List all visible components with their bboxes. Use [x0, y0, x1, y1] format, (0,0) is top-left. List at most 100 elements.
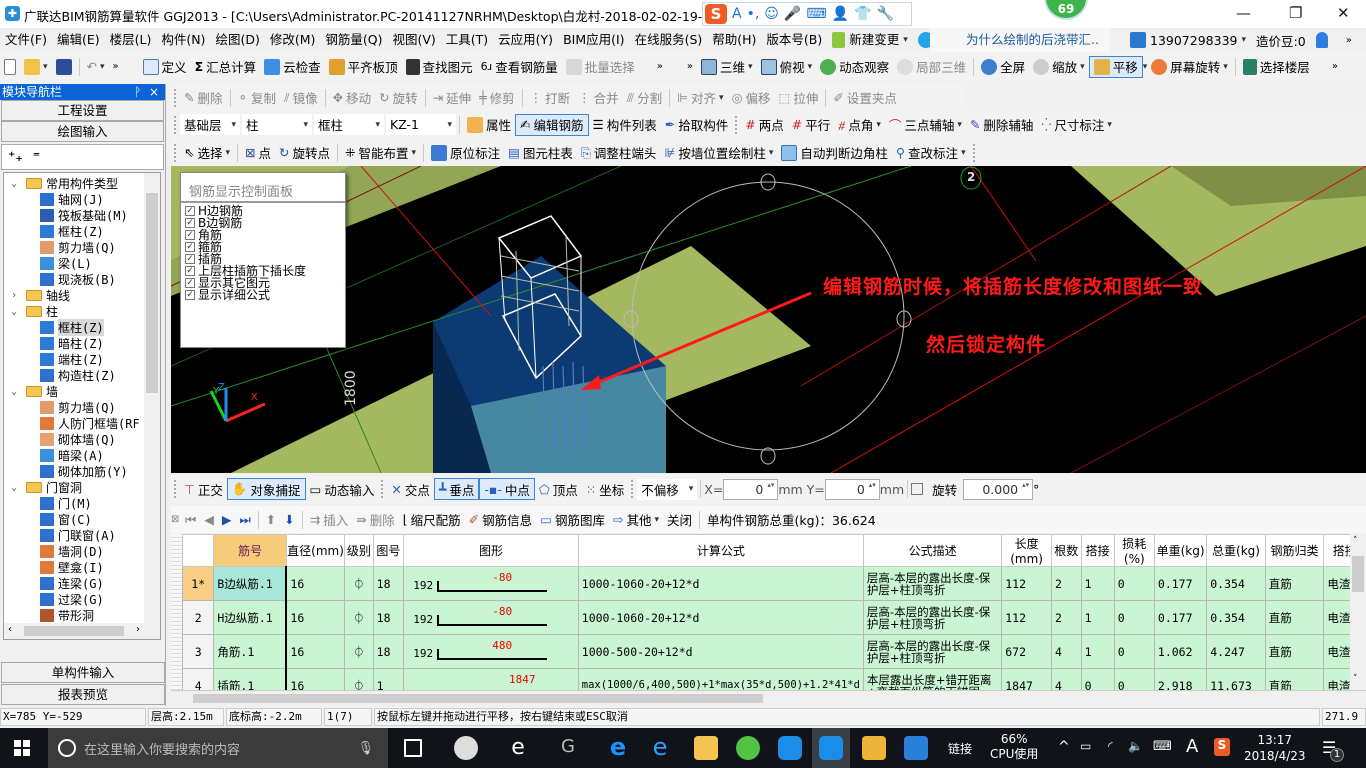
tree-item[interactable]: 墙洞(D): [4, 543, 160, 559]
drawing-input-button[interactable]: 绘图输入: [1, 121, 164, 142]
auto-corner-column-button[interactable]: 自动判断边角柱: [777, 142, 892, 164]
count-cell[interactable]: 2: [1050, 566, 1082, 601]
toolbar-grip[interactable]: [174, 480, 177, 498]
toolbar-grip[interactable]: [381, 480, 384, 498]
type-select[interactable]: 框柱 ▾: [314, 114, 384, 135]
trim-button[interactable]: ╪ 修剪: [475, 87, 519, 109]
checkbox[interactable]: ✓: [185, 266, 195, 276]
menu-edit[interactable]: 编辑(E): [52, 28, 105, 52]
rebar-table[interactable]: 筋号 直径(mm) 级别 图号 图形 计算公式 公式描述 长度(mm) 根数 搭接 损耗(%) 单重(…: [182, 534, 1366, 690]
screen-rotate-button[interactable]: 屏幕旋转 ▾: [1147, 56, 1232, 78]
close-icon[interactable]: ×: [149, 85, 159, 99]
tree-item[interactable]: 框柱(Z): [4, 223, 160, 239]
tree-folder[interactable]: ⌄ 墙: [4, 383, 160, 399]
menu-bim[interactable]: BIM应用(I): [558, 28, 630, 52]
tree-folder[interactable]: ⌄ 柱: [4, 303, 160, 319]
move-down-button[interactable]: ⬇: [280, 509, 298, 531]
pin-icon[interactable]: ᚹ: [134, 85, 141, 99]
browser-g-icon[interactable]: G: [556, 736, 580, 760]
row-number-cell[interactable]: 4: [182, 668, 215, 690]
menu-help[interactable]: 帮助(H): [707, 28, 761, 52]
menu-component[interactable]: 构件(N): [156, 28, 210, 52]
view-rebar-qty-button[interactable]: 6ɹ 查看钢筋量: [477, 56, 562, 78]
menu-file[interactable]: 文件(F): [0, 28, 52, 52]
column-header[interactable]: 直径(mm): [285, 534, 346, 567]
diameter-cell[interactable]: 16: [285, 634, 346, 669]
table-row[interactable]: 3 角筋.1 16 ⏀ 18 192 480 1000-500-20+12*d 层高-本层的露出…: [182, 634, 1366, 669]
toolbar-grip[interactable]: [174, 88, 177, 107]
menu-rebar-qty[interactable]: 钢筋量(Q): [320, 28, 387, 52]
floor-select[interactable]: 基础层 ▾: [180, 114, 240, 135]
lap-count-cell[interactable]: 1: [1080, 600, 1115, 635]
scroll-left-icon[interactable]: ‹: [8, 624, 12, 635]
column-header[interactable]: 计算公式: [577, 534, 864, 567]
find-element-button[interactable]: 查找图元: [402, 56, 477, 78]
formula-description-cell[interactable]: 层高-本层的露出长度-保护层+柱顶弯折: [862, 566, 1003, 601]
menu-cloud[interactable]: 云应用(Y): [493, 28, 558, 52]
rotate-angle-input[interactable]: 0.000: [963, 478, 1034, 500]
scroll-thumb[interactable]: [193, 694, 763, 703]
figure-no-cell[interactable]: 18: [372, 566, 405, 601]
keyboard-icon[interactable]: ⌨: [1153, 739, 1172, 754]
column-header[interactable]: 损耗(%): [1113, 534, 1155, 567]
delete-axis-button[interactable]: ✎ 删除辅轴: [966, 114, 1038, 136]
column-header[interactable]: 总重(kg): [1206, 534, 1266, 567]
point-angle-button[interactable]: ⧣ 点角 ▾: [834, 114, 885, 136]
cloud-check-button[interactable]: 云检查: [260, 56, 325, 78]
count-cell[interactable]: 4: [1050, 634, 1082, 669]
panel-close-icon[interactable]: ⊠: [171, 514, 181, 525]
three-point-axis-button[interactable]: ⌒ 三点辅轴 ▾: [885, 114, 966, 136]
unit-weight-cell[interactable]: 0.177: [1153, 566, 1208, 601]
tree-item[interactable]: 带形洞: [4, 607, 160, 623]
length-cell[interactable]: 1847: [1001, 668, 1052, 690]
chevron-right-icon[interactable]: ›: [8, 290, 20, 301]
formula-cell[interactable]: 1000-1060-20+12*d: [577, 600, 864, 635]
extend-button[interactable]: ⇥ 延伸: [429, 87, 476, 109]
3d-viewport[interactable]: X Y Z 1800 2 钢筋显示控制面板 ✓ H边钢筋 ✓ B边钢筋 ✓ 角筋 ✓ 箍筋 ✓ 插…: [171, 166, 1366, 473]
tree-item[interactable]: 剪力墙(Q): [4, 399, 160, 415]
length-cell[interactable]: 112: [1001, 566, 1052, 601]
menu-view[interactable]: 视图(V): [387, 28, 440, 52]
x-offset-input[interactable]: 0: [723, 478, 779, 500]
rebar-library-button[interactable]: ▭ 钢筋图库: [536, 509, 609, 531]
summary-calc-button[interactable]: Σ 汇总计算: [191, 56, 261, 78]
loss-percent-cell[interactable]: 0: [1113, 600, 1155, 635]
rebar-class-cell[interactable]: 直筋: [1264, 600, 1325, 635]
properties-button[interactable]: 属性: [463, 114, 515, 136]
ime-settings-icon[interactable]: 🔧: [876, 6, 893, 22]
total-weight-cell[interactable]: 11.673: [1206, 668, 1266, 690]
diameter-cell[interactable]: 16: [285, 668, 346, 690]
tree-item[interactable]: 壁龛(I): [4, 559, 160, 575]
scroll-thumb[interactable]: [146, 193, 158, 393]
scroll-thumb[interactable]: [1352, 556, 1364, 592]
formula-description-cell[interactable]: 层高-本层的露出长度-保护层+柱顶弯折: [862, 600, 1003, 635]
check-annotation-button[interactable]: ⚲ 查改标注 ▾: [892, 142, 970, 164]
ie-legacy-icon[interactable]: e: [506, 736, 530, 760]
menu-draw[interactable]: 绘图(D): [210, 28, 264, 52]
ime-punct-icon[interactable]: •,: [747, 6, 760, 22]
lap-count-cell[interactable]: 1: [1080, 566, 1115, 601]
figure-no-cell[interactable]: 18: [372, 634, 405, 669]
network-icon[interactable]: ◜: [1108, 739, 1113, 753]
new-change-button[interactable]: 新建变更 ▾: [827, 28, 913, 52]
delete-button[interactable]: ✎ 删除: [180, 87, 227, 109]
local-3d-button[interactable]: 局部三维: [893, 56, 970, 78]
tree-horizontal-scrollbar[interactable]: ‹ ›: [4, 623, 160, 639]
loss-percent-cell[interactable]: 0: [1113, 566, 1155, 601]
tree-item[interactable]: 暗柱(Z): [4, 335, 160, 351]
scale-rebar-button[interactable]: ⌊ 缩尺配筋: [399, 509, 465, 531]
orbit-button[interactable]: 动态观察: [816, 56, 893, 78]
notice-link[interactable]: 为什么绘制的后浇带汇..: [930, 28, 1110, 52]
chevron-down-icon[interactable]: ⌄: [8, 386, 20, 397]
prev-record-button[interactable]: ◀: [200, 509, 218, 531]
column-header[interactable]: 根数: [1050, 534, 1082, 567]
break-button[interactable]: ⋮ 打断: [526, 87, 575, 109]
ggj-active-app[interactable]: [812, 728, 850, 768]
table-horizontal-scrollbar[interactable]: [171, 690, 1366, 706]
column-header[interactable]: 图号: [372, 534, 405, 567]
toolbar-grip[interactable]: [735, 115, 738, 134]
ime-emoji-icon[interactable]: ☺: [764, 6, 779, 22]
grade-cell[interactable]: ⏀: [344, 600, 374, 635]
dynamic-input-button[interactable]: ▭ 动态输入: [306, 478, 379, 500]
bar-shape-cell[interactable]: 192 -80: [403, 600, 579, 635]
